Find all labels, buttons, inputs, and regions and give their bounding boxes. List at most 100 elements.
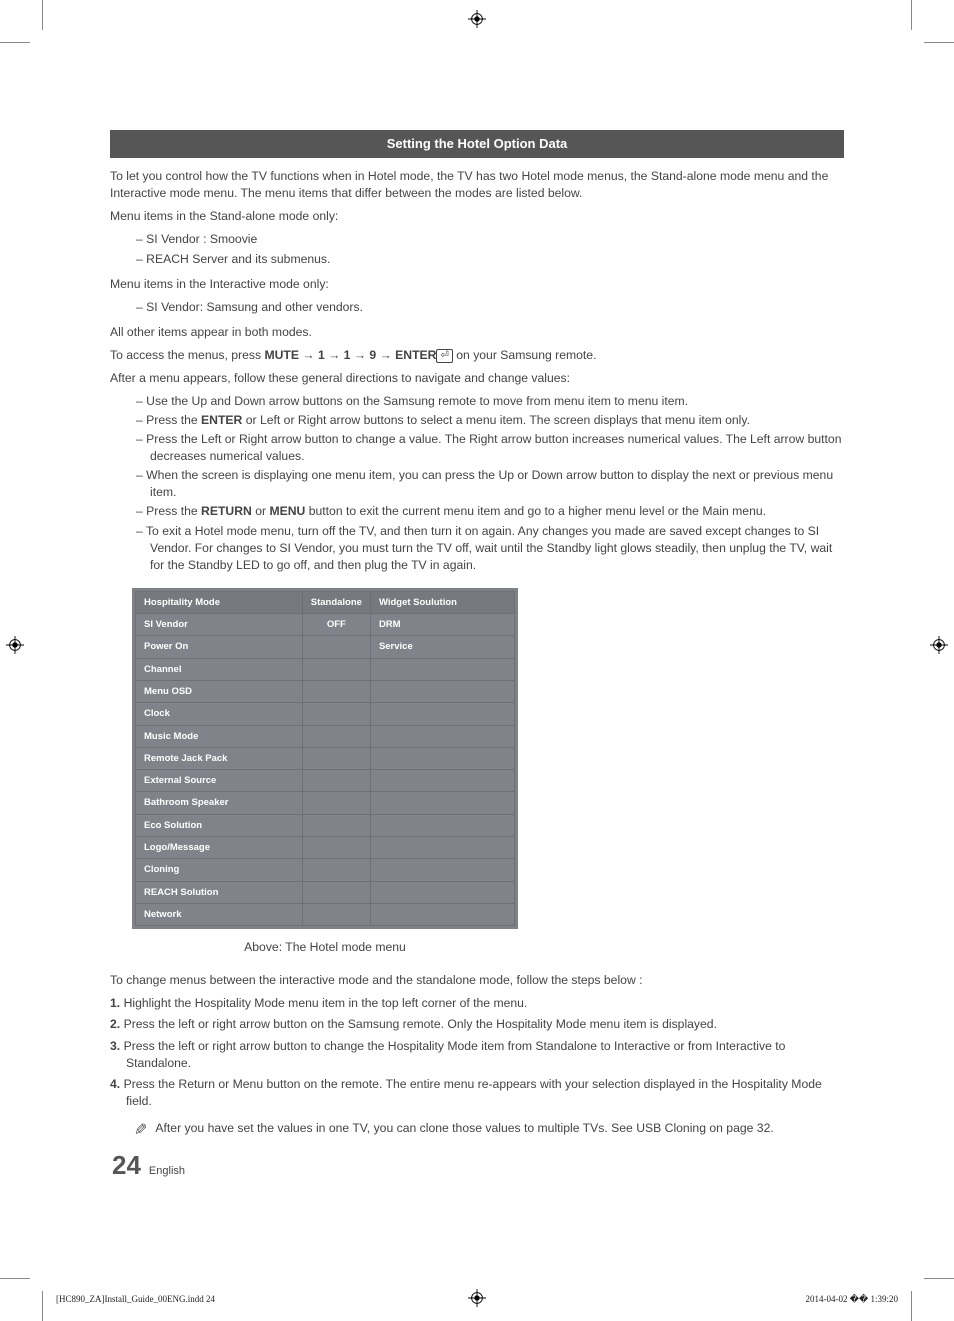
menu-item-value (302, 814, 370, 836)
menu-item-label (370, 747, 514, 769)
menu-item-label: Music Mode (136, 725, 303, 747)
table-row: External Source (136, 770, 515, 792)
menu-item-value (302, 859, 370, 881)
menu-item-value (302, 770, 370, 792)
menu-item-label: Remote Jack Pack (136, 747, 303, 769)
menu-item-label (370, 792, 514, 814)
list-item: SI Vendor : Smoovie (110, 231, 844, 248)
change-intro: To change menus between the interactive … (110, 972, 844, 989)
menu-item-label (370, 837, 514, 859)
menu-item-value (302, 658, 370, 680)
registration-mark-icon (930, 636, 948, 654)
menu-item-label: Power On (136, 636, 303, 658)
list-item: Press the ENTER or Left or Right arrow b… (110, 412, 844, 429)
interactive-list: SI Vendor: Samsung and other vendors. (110, 299, 844, 316)
menu-item-label: Widget Soulution (370, 591, 514, 613)
step-text: Press the left or right arrow button to … (124, 1039, 786, 1070)
table-row: Clock (136, 703, 515, 725)
menu-item-value (302, 903, 370, 925)
registration-mark-icon (6, 636, 24, 654)
table-row: Network (136, 903, 515, 925)
registration-mark-icon (468, 10, 486, 28)
page-number-block: 24 English (112, 1150, 185, 1181)
step-number: 2. (110, 1017, 124, 1031)
table-row: Channel (136, 658, 515, 680)
menu-item-value (302, 837, 370, 859)
table-row: Bathroom Speaker (136, 792, 515, 814)
table-row: Logo/Message (136, 837, 515, 859)
table-row: Hospitality ModeStandaloneWidget Souluti… (136, 591, 515, 613)
access-suffix: on your Samsung remote. (453, 348, 597, 362)
menu-item-value: Standalone (302, 591, 370, 613)
hotel-menu-table: Hospitality ModeStandaloneWidget Souluti… (132, 588, 518, 929)
menu-item-label: Menu OSD (136, 680, 303, 702)
standalone-list: SI Vendor : Smoovie REACH Server and its… (110, 231, 844, 267)
section-header: Setting the Hotel Option Data (110, 130, 844, 158)
menu-item-label: Hospitality Mode (136, 591, 303, 613)
list-item: Use the Up and Down arrow buttons on the… (110, 393, 844, 410)
table-row: Menu OSD (136, 680, 515, 702)
list-item: REACH Server and its submenus. (110, 251, 844, 268)
page-language: English (149, 1165, 185, 1177)
menu-item-label: Channel (136, 658, 303, 680)
menu-item-label (370, 881, 514, 903)
step-text: Press the Return or Menu button on the r… (124, 1077, 822, 1108)
menu-item-value (302, 725, 370, 747)
menu-item-label (370, 814, 514, 836)
table-row: Cloning (136, 859, 515, 881)
list-item: When the screen is displaying one menu i… (110, 467, 844, 501)
step-text: Highlight the Hospitality Mode menu item… (124, 996, 528, 1010)
step-item: 1. Highlight the Hospitality Mode menu i… (110, 995, 844, 1012)
interactive-heading: Menu items in the Interactive mode only: (110, 276, 844, 293)
menu-item-label (370, 725, 514, 747)
list-item: To exit a Hotel mode menu, turn off the … (110, 523, 844, 574)
table-row: Eco Solution (136, 814, 515, 836)
menu-item-label: Logo/Message (136, 837, 303, 859)
footer: [HC890_ZA]Install_Guide_00ENG.indd 24 20… (56, 1294, 898, 1305)
page-number: 24 (112, 1150, 141, 1181)
steps-list: 1. Highlight the Hospitality Mode menu i… (110, 995, 844, 1109)
note-row: ✎ After you have set the values in one T… (134, 1120, 844, 1142)
list-item: Press the Left or Right arrow button to … (110, 431, 844, 465)
menu-item-label (370, 680, 514, 702)
menu-item-value (302, 747, 370, 769)
menu-item-value (302, 792, 370, 814)
note-text: After you have set the values in one TV,… (155, 1120, 773, 1137)
access-prefix: To access the menus, press (110, 348, 264, 362)
directions-heading: After a menu appears, follow these gener… (110, 370, 844, 387)
list-item: Press the RETURN or MENU button to exit … (110, 503, 844, 520)
footer-timestamp: 2014-04-02 �� 1:39:20 (806, 1294, 898, 1305)
menu-item-label (370, 903, 514, 925)
step-item: 3. Press the left or right arrow button … (110, 1038, 844, 1072)
menu-item-label (370, 703, 514, 725)
note-icon: ✎ (134, 1120, 147, 1142)
intro-text: To let you control how the TV functions … (110, 168, 844, 202)
enter-icon: ⏎ (436, 349, 452, 363)
menu-item-label (370, 770, 514, 792)
footer-file: [HC890_ZA]Install_Guide_00ENG.indd 24 (56, 1294, 215, 1305)
menu-item-label: Cloning (136, 859, 303, 881)
menu-item-label (370, 859, 514, 881)
menu-caption: Above: The Hotel mode menu (110, 939, 540, 956)
menu-item-label: Clock (136, 703, 303, 725)
menu-item-label: SI Vendor (136, 614, 303, 636)
menu-item-label: DRM (370, 614, 514, 636)
step-number: 3. (110, 1039, 124, 1053)
both-modes-text: All other items appear in both modes. (110, 324, 844, 341)
access-sequence: MUTE → 1 → 1 → 9 → ENTER (264, 348, 436, 362)
menu-item-label: External Source (136, 770, 303, 792)
menu-item-value (302, 703, 370, 725)
standalone-heading: Menu items in the Stand-alone mode only: (110, 208, 844, 225)
access-instruction: To access the menus, press MUTE → 1 → 1 … (110, 347, 844, 364)
menu-item-label (370, 658, 514, 680)
step-item: 2. Press the left or right arrow button … (110, 1016, 844, 1033)
menu-item-value: OFF (302, 614, 370, 636)
menu-item-label: Bathroom Speaker (136, 792, 303, 814)
directions-list: Use the Up and Down arrow buttons on the… (110, 393, 844, 574)
table-row: Remote Jack Pack (136, 747, 515, 769)
menu-item-value (302, 680, 370, 702)
table-row: Music Mode (136, 725, 515, 747)
step-item: 4. Press the Return or Menu button on th… (110, 1076, 844, 1110)
list-item: SI Vendor: Samsung and other vendors. (110, 299, 844, 316)
menu-item-label: Service (370, 636, 514, 658)
